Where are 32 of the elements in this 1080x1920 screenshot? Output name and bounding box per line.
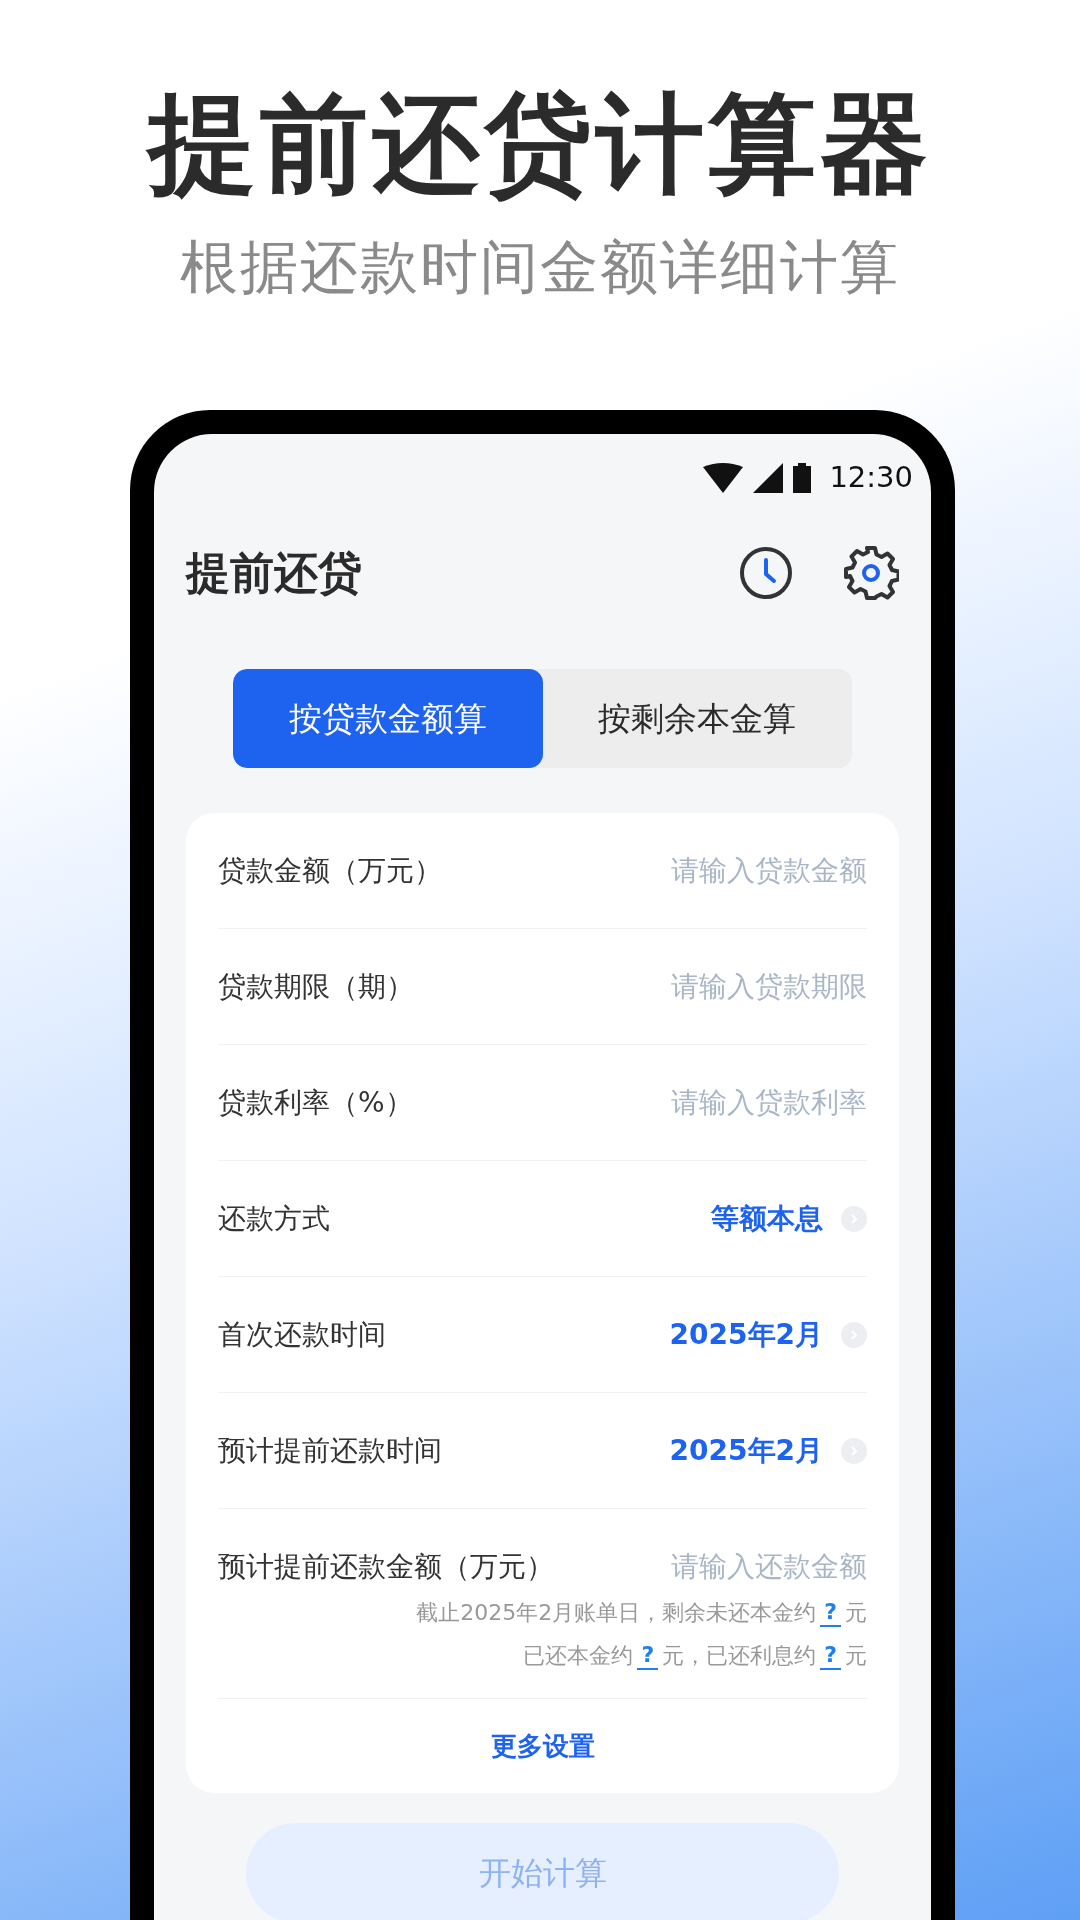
select-value[interactable]: 2025年2月 [669,1429,823,1472]
field-label: 贷款期限（期） [218,968,414,1005]
settings-icon[interactable] [843,545,899,601]
input-field[interactable]: 请输入还款金额 [617,1545,867,1588]
battery-icon [793,463,812,493]
wifi-icon [703,463,744,493]
field-label: 预计提前还款时间 [218,1432,442,1469]
clock-icon[interactable] [739,546,793,600]
help-link[interactable]: ? [637,1640,659,1671]
more-settings-link[interactable]: 更多设置 [490,1726,595,1766]
field-label: 贷款金额（万元） [218,852,442,889]
signal-icon [753,463,784,493]
input-field[interactable]: 请输入贷款期限 [617,965,867,1008]
note-text: 已还本金约 [523,1642,634,1670]
field-label: 贷款利率（%） [218,1084,413,1121]
help-link[interactable]: ? [820,1597,841,1628]
note-text: 元 [845,1599,867,1627]
tab[interactable]: 按贷款金额算 [233,669,543,768]
input-field[interactable]: 请输入贷款金额 [617,849,867,892]
input-field[interactable]: 请输入贷款利率 [617,1081,867,1124]
select-value[interactable]: 2025年2月 [669,1313,823,1356]
note-text: 截止2025年2月账单日，剩余未还本金约 [416,1599,817,1627]
field-label: 还款方式 [218,1200,330,1237]
app-title: 提前还贷 [186,546,362,600]
select-value[interactable]: 等额本息 [711,1197,823,1240]
note-text: 元 [845,1642,867,1670]
field-label: 首次还款时间 [218,1316,386,1353]
status-time: 12:30 [829,459,913,497]
subheadline: 根据还款时间金额详细计算 [180,238,900,296]
note-text: 元，已还利息约 [662,1642,817,1670]
field-label: 预计提前还款金额（万元） [218,1548,554,1585]
help-link[interactable]: ? [820,1640,841,1671]
